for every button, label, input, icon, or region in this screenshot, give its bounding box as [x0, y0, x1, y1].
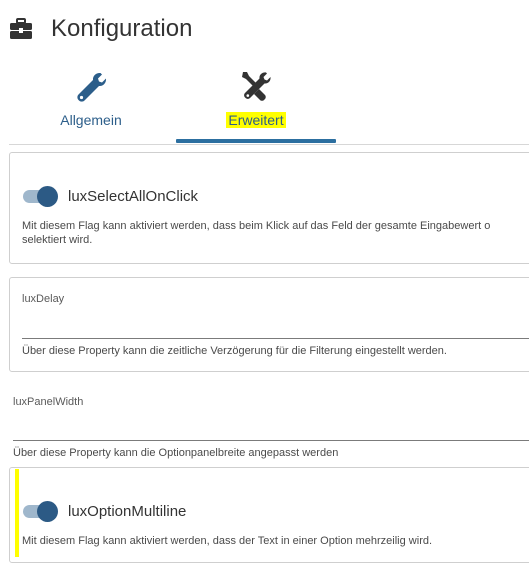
delay-input[interactable] — [22, 320, 529, 339]
select-all-card: luxSelectAllOnClick Mit diesem Flag kann… — [9, 152, 529, 264]
select-all-hint-line2: selektiert wird. — [22, 234, 93, 246]
select-all-hint-line1: Mit diesem Flag kann aktiviert werden, d… — [22, 220, 491, 232]
multiline-card: luxOptionMultiline Mit diesem Flag kann … — [9, 467, 529, 563]
select-all-toggle[interactable] — [22, 185, 60, 207]
multiline-hint: Mit diesem Flag kann aktiviert werden, d… — [22, 535, 433, 547]
tab-allgemein[interactable]: Allgemein — [11, 66, 171, 142]
tab-erweitert-label-text: Erweitert — [226, 112, 286, 128]
page-title: Konfiguration — [51, 15, 193, 42]
select-all-toggle-row: luxSelectAllOnClick — [22, 185, 198, 207]
tab-bar: Allgemein Erweitert — [9, 66, 529, 145]
configuration-page: Konfiguration Allgemein Erweitert luxSel… — [0, 0, 529, 570]
delay-card: luxDelay Über diese Property kann die ze… — [9, 277, 529, 372]
delay-hint: Über diese Property kann die zeitliche V… — [22, 345, 447, 357]
multiline-label: luxOptionMultiline — [68, 502, 187, 520]
toggle-knob — [37, 186, 58, 207]
tab-erweitert-label: Erweitert — [176, 112, 336, 128]
tab-allgemein-label: Allgemein — [60, 112, 122, 128]
wrench-icon — [77, 72, 107, 102]
delay-label: luxDelay — [22, 293, 65, 305]
toolbox-icon — [10, 18, 32, 39]
select-all-label: luxSelectAllOnClick — [68, 187, 199, 205]
multiline-toggle-row: luxOptionMultiline — [22, 500, 186, 522]
wrench-screwdriver-icon — [242, 72, 271, 101]
toggle-knob — [37, 501, 58, 522]
multiline-toggle[interactable] — [22, 500, 60, 522]
panel-width-label: luxPanelWidth — [13, 396, 84, 408]
active-tab-indicator — [176, 139, 336, 143]
tab-erweitert[interactable]: Erweitert — [176, 66, 336, 142]
panel-width-input[interactable] — [13, 422, 529, 441]
highlight-marker — [15, 469, 19, 557]
panel-width-hint: Über diese Property kann die Optionpanel… — [13, 447, 339, 459]
page-header: Konfiguration — [9, 14, 192, 44]
